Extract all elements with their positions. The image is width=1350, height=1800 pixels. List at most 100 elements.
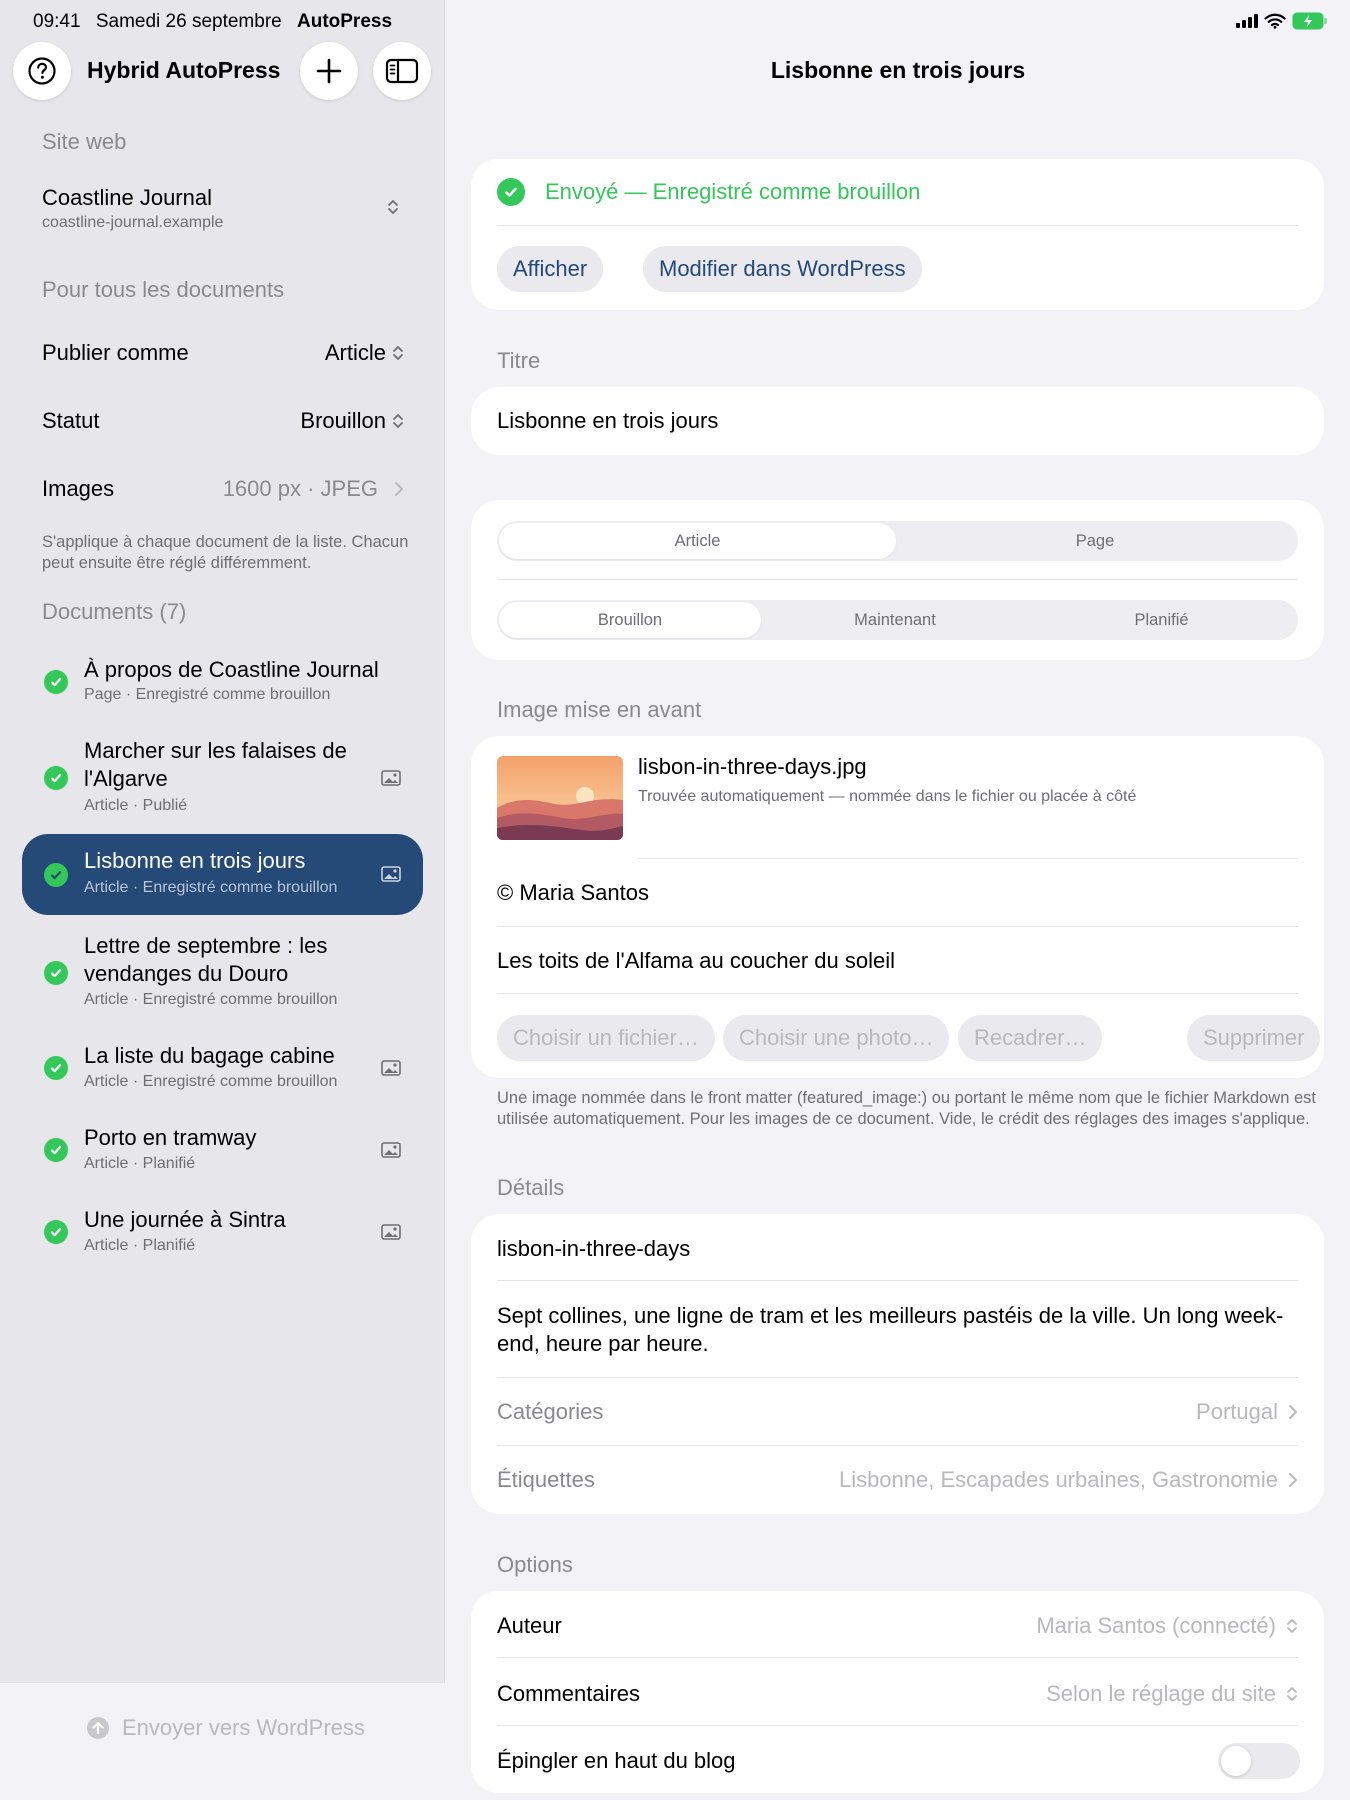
status-bar-right bbox=[1236, 12, 1328, 30]
featured-credit[interactable]: © Maria Santos bbox=[497, 880, 649, 906]
type-option-page[interactable]: Page bbox=[896, 523, 1294, 559]
all-docs-label: Pour tous les documents bbox=[42, 277, 285, 302]
wifi-icon bbox=[1264, 13, 1286, 29]
featured-image-card: lisbon-in-three-days.jpg Trouvée automat… bbox=[471, 736, 1324, 1078]
publish-as-picker[interactable]: Article bbox=[325, 340, 404, 366]
featured-image-thumbnail[interactable] bbox=[497, 756, 623, 840]
pin-toggle[interactable] bbox=[1218, 1743, 1300, 1779]
divider bbox=[497, 926, 1298, 927]
images-label: Images bbox=[42, 476, 115, 501]
cellular-signal-icon bbox=[1236, 14, 1258, 28]
title-field[interactable]: Lisbonne en trois jours bbox=[471, 387, 1324, 455]
images-settings-link[interactable]: 1600 px · JPEG bbox=[223, 476, 404, 502]
main-panel: Lisbonne en trois jours Envoyé — Enregis… bbox=[446, 0, 1350, 1800]
author-picker[interactable]: Maria Santos (connecté) bbox=[1036, 1613, 1298, 1639]
send-bar bbox=[0, 1682, 445, 1800]
view-button[interactable]: Afficher bbox=[497, 246, 604, 292]
comments-picker[interactable]: Selon le réglage du site bbox=[1046, 1681, 1298, 1707]
image-note: Une image nommée dans le front matter (f… bbox=[497, 1089, 1316, 1128]
document-item[interactable]: Lettre de septembre : les vendanges du D… bbox=[22, 925, 423, 1021]
photo-icon bbox=[381, 866, 401, 882]
divider bbox=[497, 993, 1298, 994]
divider bbox=[497, 1725, 1298, 1726]
document-item[interactable]: À propos de Coastline Journal Page · Enr… bbox=[22, 644, 423, 720]
status-picker[interactable]: Brouillon bbox=[300, 408, 404, 434]
arrow-up-circle-icon bbox=[87, 1717, 109, 1739]
add-document-button[interactable] bbox=[300, 42, 358, 100]
toggle-knob bbox=[1221, 1746, 1251, 1776]
divider bbox=[497, 1657, 1298, 1658]
document-item[interactable]: La liste du bagage cabine Article · Enre… bbox=[22, 1032, 423, 1104]
publish-option-draft[interactable]: Brouillon bbox=[499, 602, 761, 638]
document-subtitle: Page · Enregistré comme brouillon bbox=[84, 686, 331, 703]
images-value: 1600 px · JPEG bbox=[222, 476, 378, 501]
checkmark-circle-icon bbox=[44, 863, 68, 887]
categories-value-wrap: Portugal bbox=[1196, 1399, 1298, 1425]
divider bbox=[497, 1445, 1298, 1446]
status-time: 09:41 bbox=[33, 11, 81, 32]
app-title: Hybrid AutoPress bbox=[87, 57, 281, 83]
status-value: Brouillon bbox=[300, 408, 386, 433]
divider bbox=[497, 225, 1298, 226]
publish-option-now[interactable]: Maintenant bbox=[761, 602, 1029, 638]
document-title: La liste du bagage cabine bbox=[84, 1043, 335, 1068]
divider bbox=[497, 1377, 1298, 1378]
checkmark-circle-icon bbox=[497, 178, 525, 206]
status-app-name: AutoPress bbox=[297, 11, 393, 32]
author-value: Maria Santos (connecté) bbox=[1036, 1613, 1276, 1638]
document-title: À propos de Coastline Journal bbox=[84, 657, 379, 682]
sidebar: 09:41 Samedi 26 septembre AutoPress Hybr… bbox=[0, 0, 445, 1800]
checkmark-circle-icon bbox=[44, 766, 68, 790]
type-option-article[interactable]: Article bbox=[499, 523, 896, 559]
chevron-updown-icon bbox=[388, 200, 398, 214]
type-segmented-control[interactable]: Article Page bbox=[497, 521, 1298, 561]
publish-segmented-control[interactable]: Brouillon Maintenant Planifié bbox=[497, 600, 1298, 640]
edit-in-wordpress-button[interactable]: Modifier dans WordPress bbox=[643, 246, 922, 292]
send-label: Envoyer vers WordPress bbox=[122, 1715, 365, 1740]
details-section-label: Détails bbox=[497, 1175, 565, 1200]
featured-filename: lisbon-in-three-days.jpg bbox=[638, 754, 867, 779]
send-to-wordpress-button[interactable]: Envoyer vers WordPress bbox=[86, 1715, 365, 1741]
publish-as-label: Publier comme bbox=[42, 340, 189, 365]
checkmark-circle-icon bbox=[44, 1056, 68, 1080]
document-title: Porto en tramway bbox=[84, 1125, 257, 1150]
document-subtitle: Article · Planifié bbox=[84, 1155, 196, 1172]
sidebar-toggle-button[interactable] bbox=[373, 42, 431, 100]
publish-options-card: Article Page Brouillon Maintenant Planif… bbox=[471, 500, 1324, 660]
chevron-updown-icon bbox=[1287, 1687, 1297, 1701]
help-button[interactable] bbox=[13, 42, 71, 100]
status-bar-left: 09:41 Samedi 26 septembre AutoPress bbox=[33, 11, 392, 33]
photo-icon bbox=[381, 1060, 401, 1076]
checkmark-circle-icon bbox=[44, 1138, 68, 1162]
photo-icon bbox=[381, 1224, 401, 1240]
excerpt-field[interactable]: Sept collines, une ligne de tram et les … bbox=[497, 1302, 1298, 1358]
choose-photo-button[interactable]: Choisir une photo… bbox=[723, 1015, 950, 1061]
recrop-button[interactable]: Recadrer… bbox=[958, 1015, 1103, 1061]
site-url: coastline-journal.example bbox=[42, 214, 224, 231]
comments-value: Selon le réglage du site bbox=[1046, 1681, 1276, 1706]
options-section-label: Options bbox=[497, 1552, 573, 1577]
featured-found-note: Trouvée automatiquement — nommée dans le… bbox=[638, 788, 1137, 805]
remove-image-button[interactable]: Supprimer bbox=[1187, 1015, 1321, 1061]
publish-option-scheduled[interactable]: Planifié bbox=[1029, 602, 1294, 638]
status-date: Samedi 26 septembre bbox=[95, 11, 282, 32]
chevron-right-icon bbox=[1289, 1473, 1297, 1487]
document-item[interactable]: Porto en tramway Article · Planifié bbox=[22, 1114, 423, 1186]
choose-file-button[interactable]: Choisir un fichier… bbox=[497, 1015, 715, 1061]
document-item[interactable]: Une journée à Sintra Article · Planifié bbox=[22, 1196, 423, 1268]
document-item-active[interactable]: Lisbonne en trois jours Article · Enregi… bbox=[22, 834, 423, 915]
document-item[interactable]: Marcher sur les falaises de l'Algarve Ar… bbox=[22, 728, 423, 824]
slug-field[interactable]: lisbon-in-three-days bbox=[497, 1236, 690, 1262]
publish-as-value: Article bbox=[324, 340, 386, 365]
tags-value-wrap: Lisbonne, Escapades urbaines, Gastronomi… bbox=[839, 1467, 1298, 1493]
divider bbox=[497, 579, 1298, 580]
chevron-updown-icon bbox=[393, 414, 403, 428]
chevron-updown-icon bbox=[1287, 1619, 1297, 1633]
status-label: Statut bbox=[42, 408, 100, 433]
nav-title: Lisbonne en trois jours bbox=[770, 57, 1026, 83]
featured-caption[interactable]: Les toits de l'Alfama au coucher du sole… bbox=[497, 948, 895, 974]
details-card: lisbon-in-three-days Sept collines, une … bbox=[471, 1214, 1324, 1514]
battery-charging-icon bbox=[1292, 12, 1327, 30]
checkmark-circle-icon bbox=[44, 1220, 68, 1244]
options-card: Auteur Maria Santos (connecté) Commentai… bbox=[471, 1591, 1324, 1793]
